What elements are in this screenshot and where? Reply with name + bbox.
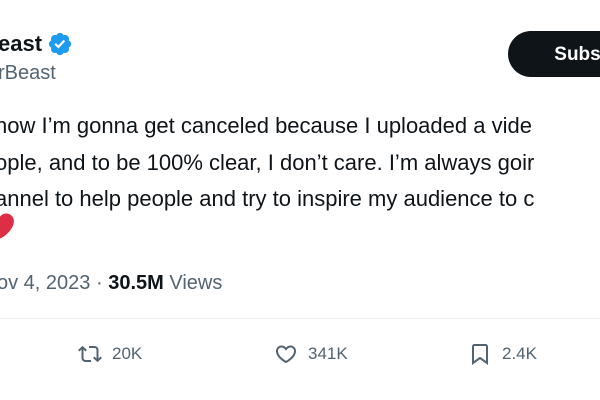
retweet-count: 20K	[112, 344, 143, 363]
verified-badge-icon	[48, 32, 72, 56]
red-heart-emoji-icon	[0, 213, 14, 239]
retweet-button[interactable]: 20K	[78, 340, 142, 368]
tweet-card: east rBeast Subscr now I’m gonna get can…	[0, 0, 600, 400]
meta-separator: ·	[95, 272, 103, 294]
tweet-text-line: annel to help people and try to inspire …	[0, 186, 535, 211]
tweet-date[interactable]: ov 4, 2023	[0, 272, 90, 294]
views-label: Views	[169, 272, 223, 294]
views-count: 30.5M	[108, 272, 164, 294]
retweet-icon	[78, 345, 102, 363]
like-button[interactable]: 341K	[274, 340, 348, 368]
bookmark-icon	[472, 344, 488, 365]
author-name-text[interactable]: east	[0, 30, 42, 58]
divider	[0, 318, 600, 319]
author-display-name[interactable]: east	[0, 30, 73, 58]
subscribe-button[interactable]: Subscr	[508, 31, 600, 77]
heart-outline-icon	[275, 345, 297, 364]
bookmark-button[interactable]: 2.4K	[468, 340, 537, 368]
tweet-text: now I’m gonna get canceled because I upl…	[0, 108, 600, 218]
tweet-text-line: ople, and to be 100% clear, I don’t care…	[0, 149, 535, 175]
bookmark-count: 2.4K	[502, 344, 537, 363]
tweet-text-line: now I’m gonna get canceled because I upl…	[0, 113, 532, 138]
author-handle[interactable]: rBeast	[0, 61, 56, 85]
like-count: 341K	[308, 344, 348, 363]
tweet-meta: ov 4, 2023 · 30.5M Views	[0, 270, 222, 296]
